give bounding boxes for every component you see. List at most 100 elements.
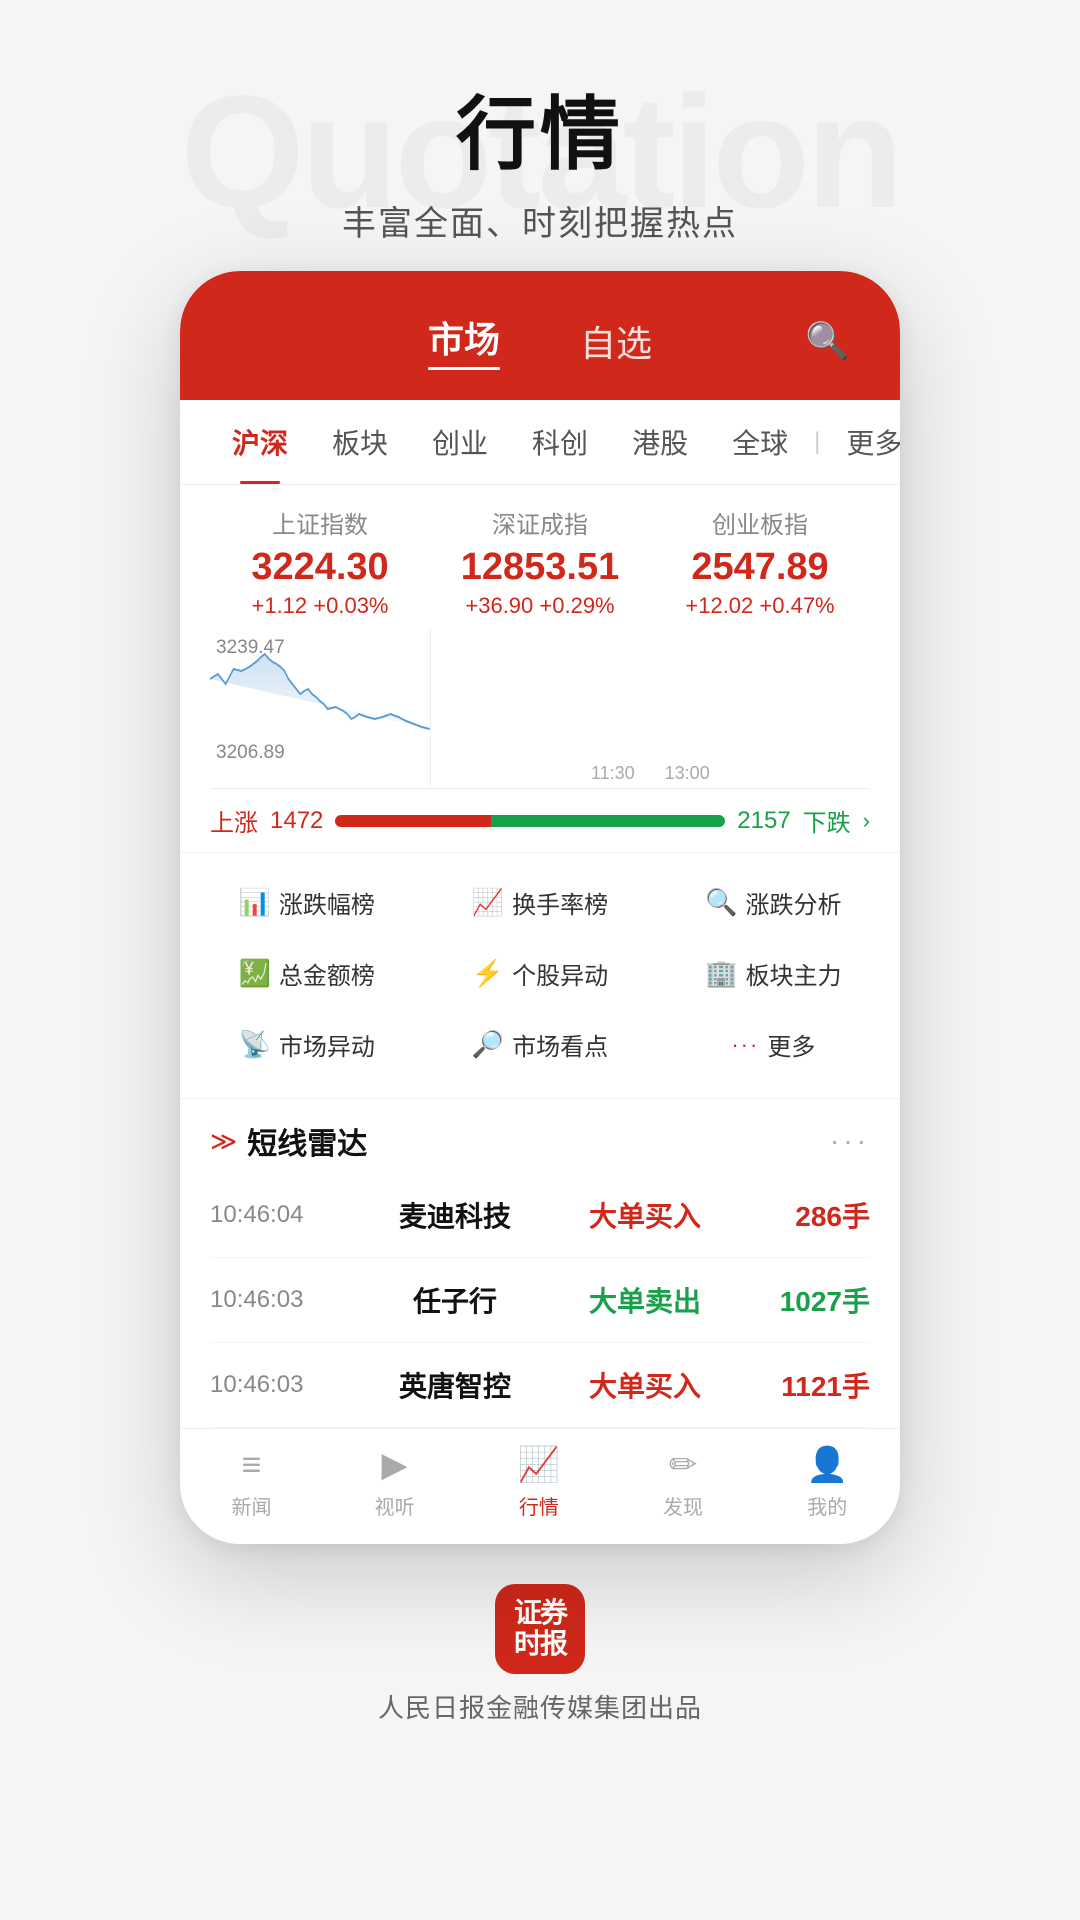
index-shanghai-change: +1.12 +0.03%	[210, 593, 430, 619]
sub-nav: 沪深 板块 创业 科创 港股 全球 | 更多	[180, 400, 900, 485]
index-shanghai[interactable]: 上证指数 3224.30 +1.12 +0.03%	[210, 505, 430, 619]
index-chinext-value: 2547.89	[650, 546, 870, 589]
updown-count-down: 2157	[737, 807, 790, 835]
menu-item-turnover[interactable]: 📈 换手率榜	[423, 869, 656, 936]
subnav-divider: |	[810, 428, 824, 456]
index-shenzhen-value: 12853.51	[430, 546, 650, 589]
menu-item-market-view[interactable]: 🔎 市场看点	[423, 1011, 656, 1078]
subnav-item-star[interactable]: 科创	[510, 400, 610, 484]
nav-item-discover[interactable]: ✏ 发现	[663, 1445, 703, 1520]
media-icon: ▶	[382, 1445, 408, 1485]
analysis-label: 涨跌分析	[746, 885, 842, 920]
chart-time-labels: 11:30 13:00	[591, 763, 710, 784]
footer-logo-line1: 证券	[514, 1598, 566, 1629]
search-icon[interactable]: 🔍	[805, 320, 850, 362]
radar-icon: ≫	[210, 1126, 237, 1157]
stock-move-icon: ⚡	[472, 958, 504, 989]
market-label: 行情	[519, 1491, 559, 1520]
market-view-icon: 🔎	[472, 1029, 504, 1060]
amount-icon: 💹	[238, 958, 270, 989]
more-icon: ···	[731, 1032, 759, 1058]
subnav-item-shanghai[interactable]: 沪深	[210, 400, 310, 484]
chart-container: 3239.47 3206.89 11:30 13:00	[210, 629, 870, 788]
more-label: 更多	[767, 1027, 815, 1062]
profile-label: 我的	[807, 1491, 847, 1520]
radar-title-group: ≫ 短线雷达	[210, 1119, 367, 1163]
index-section: 上证指数 3224.30 +1.12 +0.03% 深证成指 12853.51 …	[180, 485, 900, 629]
discover-label: 发现	[663, 1491, 703, 1520]
subnav-item-global[interactable]: 全球	[710, 400, 810, 484]
market-icon: 📈	[518, 1445, 560, 1485]
subnav-item-chinext[interactable]: 创业	[410, 400, 510, 484]
chart-area[interactable]: 3239.47 3206.89 11:30 13:00	[210, 629, 870, 789]
chart-high-label: 3239.47	[216, 637, 285, 659]
footer-logo: 证券 时报	[495, 1584, 585, 1674]
news-icon: ≡	[242, 1446, 262, 1485]
rise-fall-icon: 📊	[238, 887, 270, 918]
index-shanghai-value: 3224.30	[210, 546, 430, 589]
stock-move-label: 个股异动	[512, 956, 608, 991]
updown-label-down: 下跌	[803, 803, 851, 838]
nav-item-profile[interactable]: 👤 我的	[806, 1445, 848, 1520]
radar-row-2[interactable]: 10:46:03 任子行 大单卖出 1027手	[210, 1258, 870, 1343]
menu-item-rise-fall[interactable]: 📊 涨跌幅榜	[190, 869, 423, 936]
menu-item-stock-move[interactable]: ⚡ 个股异动	[423, 940, 656, 1007]
menu-row-2: 💹 总金额榜 ⚡ 个股异动 🏢 板块主力	[190, 940, 890, 1007]
updown-bar: 上涨 1472 2157 下跌 ›	[180, 789, 900, 853]
menu-item-more[interactable]: ··· 更多	[657, 1011, 890, 1078]
header-tab-market[interactable]: 市场	[428, 311, 500, 370]
radar-volume-2: 1027手	[740, 1280, 870, 1320]
menu-item-amount[interactable]: 💹 总金额榜	[190, 940, 423, 1007]
subnav-item-sector[interactable]: 板块	[310, 400, 410, 484]
radar-action-1: 大单买入	[550, 1195, 740, 1235]
nav-item-media[interactable]: ▶ 视听	[375, 1445, 415, 1520]
profile-icon: 👤	[806, 1445, 848, 1485]
menu-item-sector-main[interactable]: 🏢 板块主力	[657, 940, 890, 1007]
radar-header: ≫ 短线雷达 ···	[210, 1119, 870, 1163]
chart-time-1300: 13:00	[665, 763, 710, 784]
chart-low-label: 3206.89	[216, 742, 285, 764]
radar-time-1: 10:46:04	[210, 1201, 360, 1229]
footer-logo-line2: 时报	[514, 1629, 566, 1660]
index-shanghai-name: 上证指数	[210, 505, 430, 540]
radar-row-1[interactable]: 10:46:04 麦迪科技 大单买入 286手	[210, 1173, 870, 1258]
index-shenzhen-name: 深证成指	[430, 505, 650, 540]
updown-label-up: 上涨	[210, 803, 258, 838]
news-label: 新闻	[232, 1491, 272, 1520]
menu-item-market-move[interactable]: 📡 市场异动	[190, 1011, 423, 1078]
radar-row-3[interactable]: 10:46:03 英唐智控 大单买入 1121手	[210, 1343, 870, 1428]
subnav-item-more[interactable]: 更多	[824, 400, 900, 484]
radar-more-button[interactable]: ···	[830, 1125, 870, 1157]
page-header: 行情 丰富全面、时刻把握热点	[342, 0, 738, 245]
subnav-item-hk[interactable]: 港股	[610, 400, 710, 484]
header-tab-watchlist[interactable]: 自选	[580, 315, 652, 367]
updown-arrow-icon[interactable]: ›	[863, 808, 870, 834]
radar-action-3: 大单买入	[550, 1365, 740, 1405]
index-chinext[interactable]: 创业板指 2547.89 +12.02 +0.47%	[650, 505, 870, 619]
menu-row-3: 📡 市场异动 🔎 市场看点 ··· 更多	[190, 1011, 890, 1078]
amount-label: 总金额榜	[279, 956, 375, 991]
sector-main-icon: 🏢	[705, 958, 737, 989]
radar-stock-1: 麦迪科技	[360, 1195, 550, 1235]
page-subtitle: 丰富全面、时刻把握热点	[342, 196, 738, 245]
footer-text: 人民日报金融传媒集团出品	[378, 1688, 702, 1725]
nav-item-news[interactable]: ≡ 新闻	[232, 1446, 272, 1520]
radar-action-2: 大单卖出	[550, 1280, 740, 1320]
sector-main-label: 板块主力	[746, 956, 842, 991]
progress-red	[335, 815, 491, 827]
turnover-label: 换手率榜	[512, 885, 608, 920]
nav-item-market[interactable]: 📈 行情	[518, 1445, 560, 1520]
index-shenzhen[interactable]: 深证成指 12853.51 +36.90 +0.29%	[430, 505, 650, 619]
menu-item-analysis[interactable]: 🔍 涨跌分析	[657, 869, 890, 936]
progress-bar	[335, 815, 725, 827]
media-label: 视听	[375, 1491, 415, 1520]
chart-time-1130: 11:30	[591, 763, 635, 784]
market-view-label: 市场看点	[512, 1027, 608, 1062]
page-title: 行情	[342, 70, 738, 186]
radar-volume-1: 286手	[740, 1195, 870, 1235]
app-header: 市场 自选 🔍	[180, 271, 900, 400]
radar-stock-2: 任子行	[360, 1280, 550, 1320]
chart-left: 3239.47 3206.89	[210, 629, 431, 788]
progress-green	[491, 815, 725, 827]
chart-right: 11:30 13:00	[431, 629, 870, 788]
